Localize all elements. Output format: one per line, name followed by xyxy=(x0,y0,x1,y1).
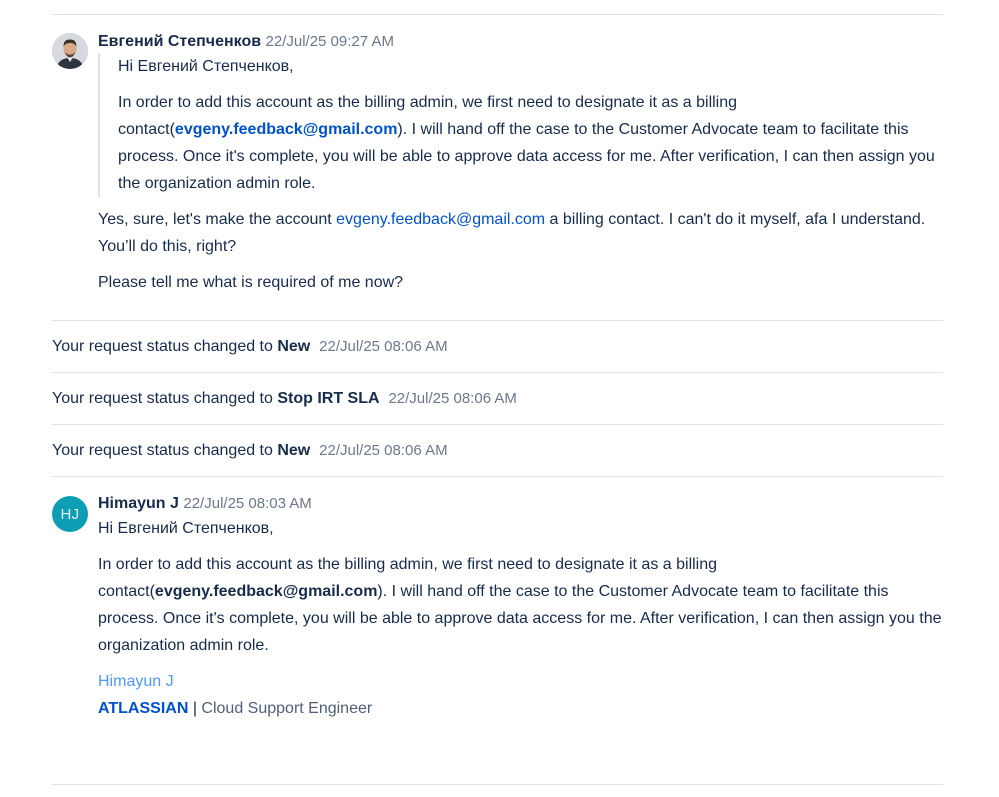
user-photo-icon xyxy=(52,33,88,69)
reply-question: Please tell me what is required of me no… xyxy=(98,274,404,291)
comment-agent: HJ Himayun J 22/Jul/25 08:03 AM Hi Евген… xyxy=(52,494,943,722)
email-text: evgeny.feedback@gmail.com xyxy=(154,583,378,600)
status-change-row: Your request status changed to New 22/Ju… xyxy=(52,442,448,459)
status-timestamp: 22/Jul/25 08:06 AM xyxy=(319,442,448,459)
comment-greeting: Hi Евгений Степченков, xyxy=(98,520,274,537)
divider xyxy=(52,784,943,785)
status-timestamp: 22/Jul/25 08:06 AM xyxy=(388,390,517,407)
status-change-row: Your request status changed to New 22/Ju… xyxy=(52,338,448,355)
user-avatar[interactable] xyxy=(52,33,88,69)
comment-paragraph: In order to add this account as the bill… xyxy=(98,556,942,654)
divider xyxy=(52,476,943,477)
quote-greeting: Hi Евгений Степченков, xyxy=(118,58,294,75)
reply-paragraph: Yes, sure, let's make the account evgeny… xyxy=(98,211,926,255)
status-value: New xyxy=(277,338,311,355)
email-link[interactable]: evgeny.feedback@gmail.com xyxy=(336,211,545,228)
comment-timestamp[interactable]: 22/Jul/25 09:27 AM xyxy=(266,33,394,50)
comment-author[interactable]: Евгений Степченков xyxy=(98,33,261,50)
signature-role: Cloud Support Engineer xyxy=(201,700,373,717)
activity-feed: Евгений Степченков 22/Jul/25 09:27 AM Hi… xyxy=(52,0,943,785)
comment-timestamp[interactable]: 22/Jul/25 08:03 AM xyxy=(183,495,311,512)
status-value: New xyxy=(277,442,311,459)
comment-header: Himayun J 22/Jul/25 08:03 AM xyxy=(98,494,943,514)
quote-paragraph: In order to add this account as the bill… xyxy=(118,94,935,192)
quoted-message: Hi Евгений Степченков, In order to add t… xyxy=(98,53,943,197)
signature-name: Himayun J xyxy=(98,673,174,690)
agent-avatar[interactable]: HJ xyxy=(52,496,88,532)
status-timestamp: 22/Jul/25 08:06 AM xyxy=(319,338,448,355)
comment-author[interactable]: Himayun J xyxy=(98,495,179,512)
email-link[interactable]: evgeny.feedback@gmail.com xyxy=(175,121,398,138)
divider xyxy=(52,14,943,15)
company-name: ATLASSIAN xyxy=(98,700,189,717)
comment-header: Евгений Степченков 22/Jul/25 09:27 AM xyxy=(98,32,943,52)
status-change-row: Your request status changed to Stop IRT … xyxy=(52,390,517,407)
signature-line: ATLASSIAN | Cloud Support Engineer xyxy=(98,700,373,717)
comment-customer: Евгений Степченков 22/Jul/25 09:27 AM Hi… xyxy=(52,32,943,296)
status-value: Stop IRT SLA xyxy=(277,390,380,407)
